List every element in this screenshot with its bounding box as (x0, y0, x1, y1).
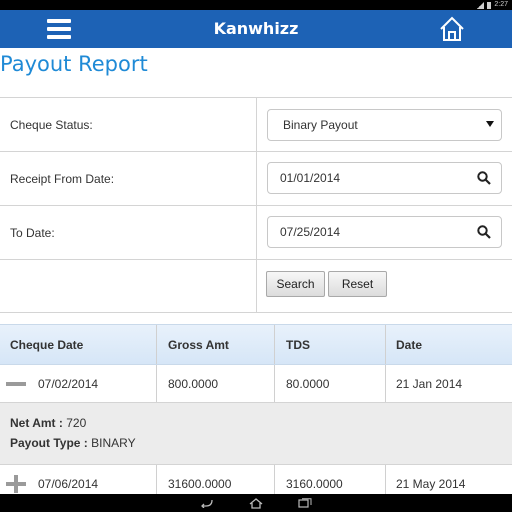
status-bar: 2:27 (0, 0, 512, 10)
to-date-label: To Date: (10, 226, 55, 240)
tds-cell: 80.0000 (286, 377, 330, 391)
table-header: Cheque Date Gross Amt TDS Date (0, 324, 512, 365)
back-icon[interactable] (200, 498, 214, 508)
column-divider (156, 365, 157, 402)
payout-table: Cheque Date Gross Amt TDS Date 07/02/201… (0, 324, 512, 503)
form-row-to-date: To Date: 07/25/2014 (0, 206, 512, 260)
receipt-from-value: 01/01/2014 (280, 171, 341, 185)
cheque-status-value: Binary Payout (283, 118, 358, 132)
column-divider (156, 325, 157, 364)
net-amt-value: 720 (66, 416, 87, 430)
search-icon[interactable] (477, 225, 491, 239)
search-icon[interactable] (477, 171, 491, 185)
form-row-receipt-from: Receipt From Date: 01/01/2014 (0, 152, 512, 206)
home-nav-icon[interactable] (249, 497, 263, 509)
receipt-from-label: Receipt From Date: (10, 172, 115, 186)
receipt-from-date-input[interactable]: 01/01/2014 (267, 162, 502, 194)
battery-icon (487, 1, 492, 9)
app-bar: Kanwhizz (0, 10, 512, 48)
app-title: Kanwhizz (213, 19, 299, 38)
expand-plus-icon[interactable] (6, 475, 26, 493)
column-header-date[interactable]: Date (386, 325, 422, 365)
reset-button[interactable]: Reset (328, 271, 387, 297)
cheque-date-cell: 07/02/2014 (38, 377, 99, 391)
column-header-tds[interactable]: TDS (276, 325, 310, 365)
recent-apps-icon[interactable] (298, 498, 312, 508)
status-time: 2:27 (494, 1, 508, 8)
date-cell: 21 Jan 2014 (396, 377, 463, 391)
column-divider (256, 206, 257, 259)
net-amt-line: Net Amt : 720 (10, 413, 512, 433)
to-date-value: 07/25/2014 (280, 225, 341, 239)
android-nav-bar (0, 494, 512, 512)
page-title: Payout Report (0, 52, 148, 76)
cheque-status-label: Cheque Status: (10, 118, 93, 132)
column-divider (256, 152, 257, 205)
form-row-cheque-status: Cheque Status: Binary Payout (0, 98, 512, 152)
filter-form: Cheque Status: Binary Payout Receipt Fro… (0, 97, 512, 313)
column-header-gross-amt[interactable]: Gross Amt (158, 325, 229, 365)
column-divider (256, 260, 257, 312)
column-divider (274, 325, 275, 364)
form-row-actions: Search Reset (0, 260, 512, 313)
payout-type-value: BINARY (91, 436, 136, 450)
to-date-input[interactable]: 07/25/2014 (267, 216, 502, 248)
home-icon[interactable] (438, 15, 466, 43)
payout-type-label: Payout Type : (10, 436, 88, 450)
signal-icon (477, 1, 485, 9)
search-button[interactable]: Search (266, 271, 325, 297)
column-header-cheque-date[interactable]: Cheque Date (0, 325, 83, 365)
table-row[interactable]: 07/02/2014 800.0000 80.0000 21 Jan 2014 (0, 365, 512, 403)
payout-type-line: Payout Type : BINARY (10, 433, 512, 453)
dropdown-caret-icon (486, 121, 494, 127)
net-amt-label: Net Amt : (10, 416, 63, 430)
row-detail-panel: Net Amt : 720 Payout Type : BINARY (0, 403, 512, 465)
column-divider (256, 98, 257, 151)
collapse-minus-icon[interactable] (6, 375, 26, 393)
gross-amt-cell: 800.0000 (168, 377, 219, 391)
column-divider (274, 365, 275, 402)
cheque-status-select[interactable]: Binary Payout (267, 109, 502, 141)
